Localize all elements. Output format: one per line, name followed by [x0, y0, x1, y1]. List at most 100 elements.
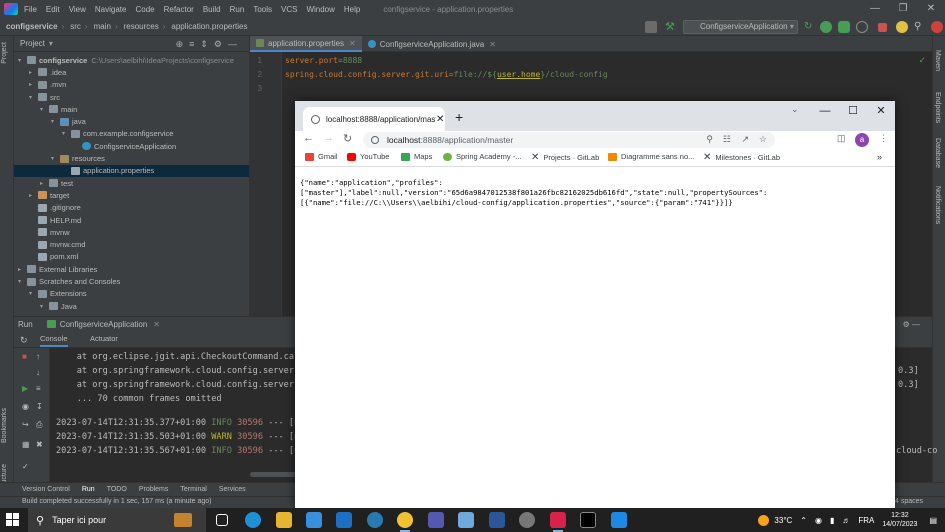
close-run-tab-icon[interactable]: ✕ [153, 320, 160, 329]
breadcrumb-main[interactable]: main [94, 22, 111, 31]
strip-notifications[interactable]: Notifications [934, 186, 941, 224]
chevron-down-icon[interactable]: ▾ [29, 94, 38, 101]
tool-run[interactable]: Run [82, 486, 95, 493]
breadcrumb-resources[interactable]: resources [124, 22, 159, 31]
share-icon[interactable]: ↗ [741, 134, 749, 145]
more-bookmarks-icon[interactable]: » [877, 152, 882, 162]
tool-services[interactable]: Services [219, 486, 246, 493]
scroll-to-end-icon[interactable]: ↧ [36, 402, 43, 411]
soft-wrap-icon[interactable]: ≡ [36, 384, 41, 393]
update-icon[interactable] [896, 21, 908, 33]
tree-item[interactable]: ▾ Java [14, 300, 249, 312]
restart-icon[interactable]: ▶ [22, 384, 28, 393]
inspection-ok-icon[interactable]: ✓ [918, 55, 926, 66]
store-icon[interactable] [306, 512, 322, 528]
up-arrow-icon[interactable]: ↑ [36, 352, 40, 361]
tree-item[interactable]: HELP.md [14, 214, 249, 226]
breadcrumb-project[interactable]: configservice [6, 22, 58, 31]
battery-icon[interactable]: ▮ [830, 516, 834, 525]
chevron-down-icon[interactable]: ▾ [51, 155, 60, 162]
tree-item[interactable]: ▸ External Libraries [14, 263, 249, 275]
intellij-icon[interactable] [550, 512, 566, 532]
run-panel-label[interactable]: Run [18, 320, 33, 329]
forward-icon[interactable]: → [323, 132, 334, 144]
windows-start-icon[interactable] [6, 513, 20, 527]
bookmark-gitlab-milestones[interactable]: ✕ Milestones · GitLab [703, 152, 780, 163]
back-icon[interactable]: ← [303, 132, 314, 144]
menu-file[interactable]: File [24, 5, 37, 14]
chevron-down-icon[interactable]: ▾ [51, 118, 60, 125]
project-panel-title[interactable]: Project [20, 39, 45, 48]
tree-item[interactable]: application.properties [14, 164, 249, 177]
coverage-icon[interactable] [838, 21, 850, 33]
tree-item[interactable]: ▸ .mvn [14, 79, 249, 91]
strip-bookmarks[interactable]: Bookmarks [1, 408, 8, 443]
bookmark-maps[interactable]: Maps [401, 152, 432, 161]
down-arrow-icon[interactable]: ↓ [36, 368, 40, 377]
rerun-icon[interactable]: ↻ [804, 21, 816, 33]
tool-terminal[interactable]: Terminal [180, 486, 206, 493]
reload-icon[interactable]: ↻ [343, 132, 352, 145]
task-view-icon[interactable] [216, 514, 228, 526]
tab-actuator[interactable]: Actuator [90, 334, 118, 343]
chevron-right-icon[interactable]: ▸ [18, 266, 27, 273]
breadcrumb-file[interactable]: application.properties [171, 22, 247, 31]
chevron-right-icon[interactable]: ▸ [29, 69, 38, 76]
jetbrains-settings-icon[interactable] [931, 21, 943, 33]
tree-item[interactable]: ▾ Extensions [14, 288, 249, 300]
chrome-menu-icon[interactable]: ⋮ [879, 133, 888, 144]
stop-icon[interactable] [878, 23, 887, 32]
tree-item[interactable]: ▾ java [14, 116, 249, 128]
new-tab-button[interactable]: + [455, 109, 463, 125]
close-icon[interactable]: ✕ [917, 0, 945, 18]
run-config-tab[interactable]: ConfigserviceApplication [60, 320, 148, 329]
menu-tools[interactable]: Tools [253, 5, 272, 14]
bookmark-gmail[interactable]: Gmail [305, 152, 338, 161]
tree-item[interactable]: ConfigserviceApplication [14, 140, 249, 152]
strip-database[interactable]: Database [934, 138, 941, 168]
tree-item[interactable]: .gitignore [14, 202, 249, 214]
bookmark-gitlab-projects[interactable]: ✕ Projects · GitLab [531, 152, 599, 163]
chevron-right-icon[interactable]: ▸ [40, 180, 49, 187]
breadcrumb-src[interactable]: src [70, 22, 81, 31]
side-panel-icon[interactable]: ◫ [837, 133, 846, 144]
user-icon[interactable] [645, 21, 657, 33]
notifications-icon[interactable]: ▤ [929, 516, 937, 525]
chevron-down-icon[interactable]: ▾ [18, 57, 27, 64]
restore-icon[interactable]: ❐ [889, 0, 917, 18]
terminal-icon[interactable] [580, 512, 596, 528]
profile-icon[interactable] [856, 21, 868, 33]
tray-chevron-icon[interactable]: ⌃ [800, 516, 807, 525]
chevron-down-icon[interactable]: ▾ [62, 130, 71, 137]
tree-item[interactable]: ▾ Scratches and Consoles [14, 275, 249, 287]
bookmark-spring-academy[interactable]: Spring Academy -... [443, 152, 521, 161]
camera-icon[interactable]: ◉ [22, 402, 29, 411]
word-icon[interactable] [489, 512, 505, 528]
tree-item[interactable]: ▸ .idea [14, 66, 249, 78]
menu-window[interactable]: Window [306, 5, 334, 14]
chevron-right-icon[interactable]: ▸ [29, 192, 38, 199]
menu-run[interactable]: Run [230, 5, 245, 14]
chrome-tab[interactable]: localhost:8888/application/maste ✕ [303, 107, 445, 131]
tab-console[interactable]: Console [40, 334, 68, 347]
minimize-icon[interactable]: — [811, 101, 839, 121]
zoom-search-icon[interactable]: ⚲ [706, 134, 713, 145]
profile-avatar[interactable]: a [855, 133, 869, 147]
notes-icon[interactable] [458, 512, 474, 528]
tree-item[interactable]: ▾ src [14, 91, 249, 103]
mail-icon[interactable] [336, 512, 352, 528]
strip-maven[interactable]: Maven [934, 50, 941, 71]
close-tab-icon[interactable]: ✕ [436, 114, 444, 125]
print-icon[interactable]: ⎙ [36, 420, 42, 430]
tool-version-control[interactable]: Version Control [22, 486, 70, 493]
tree-item[interactable]: pom.xml [14, 251, 249, 263]
chevron-down-icon[interactable]: ▾ [29, 290, 38, 297]
menu-help[interactable]: Help [344, 5, 360, 14]
menu-vcs[interactable]: VCS [281, 5, 297, 14]
debug-icon[interactable] [820, 21, 832, 33]
tree-item[interactable]: ▾ configservice C:\Users\aelbihi\IdeaProje… [14, 54, 249, 66]
build-hammer-icon[interactable]: ⚒ [665, 21, 677, 33]
project-panel-actions[interactable]: ⊕≡⇕⚙— [176, 39, 243, 50]
tool-todo[interactable]: TODO [107, 486, 127, 493]
tree-item[interactable]: ▾ main [14, 103, 249, 115]
